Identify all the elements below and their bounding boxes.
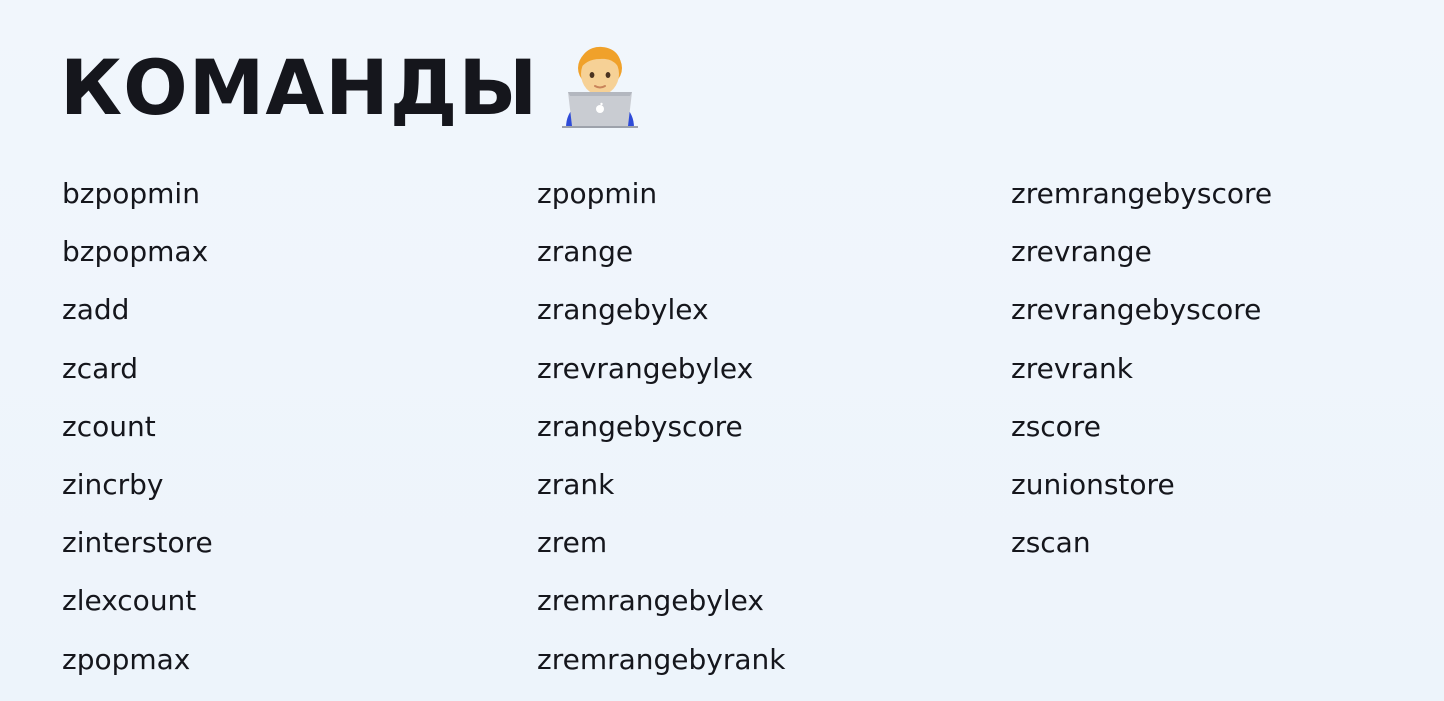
list-item: zscore xyxy=(1011,409,1101,443)
list-item: zrange xyxy=(537,235,634,269)
commands-columns: bzpopmin bzpopmax zadd zcard zcount zinc… xyxy=(0,170,1444,690)
list-item: zrevrank xyxy=(1011,351,1134,385)
page-title: КОМАНДЫ xyxy=(60,43,539,132)
list-item: zinterstore xyxy=(62,526,213,560)
list-item: zpopmax xyxy=(62,642,191,676)
commands-column-2: zpopmin zrange zrangebylex zrevrangebyle… xyxy=(537,170,977,694)
list-item: zremrangebyrank xyxy=(537,642,786,676)
list-item: zrevrange xyxy=(1011,235,1152,269)
list-item: zrevrangebyscore xyxy=(1011,293,1262,327)
slide: КОМАНДЫ bzpopmin bzpopmax zadd zcard zco… xyxy=(0,0,1444,701)
list-item: zcard xyxy=(62,351,139,385)
list-item: zunionstore xyxy=(1011,467,1175,501)
list-item: zadd xyxy=(62,293,130,327)
list-item: zrank xyxy=(537,467,615,501)
list-item: zrangebyscore xyxy=(537,409,743,443)
list-item: zrevrangebylex xyxy=(537,351,754,385)
list-item: zlexcount xyxy=(62,584,197,618)
commands-column-3: zremrangebyscore zrevrange zrevrangebysc… xyxy=(1011,170,1444,577)
list-item: zcount xyxy=(62,409,156,443)
title-row: КОМАНДЫ xyxy=(60,38,640,138)
list-item: zscan xyxy=(1011,526,1091,560)
list-item: zrem xyxy=(537,526,608,560)
list-item: zrangebylex xyxy=(537,293,709,327)
list-item: zincrby xyxy=(62,467,164,501)
commands-column-1: bzpopmin bzpopmax zadd zcard zcount zinc… xyxy=(62,170,502,694)
list-item: bzpopmax xyxy=(62,235,209,269)
list-item: bzpopmin xyxy=(62,177,200,210)
list-item: zremrangebylex xyxy=(537,584,764,618)
list-item: zremrangebyscore xyxy=(1011,177,1273,210)
list-item: zpopmin xyxy=(537,177,658,210)
technologist-with-laptop-icon xyxy=(560,44,640,128)
